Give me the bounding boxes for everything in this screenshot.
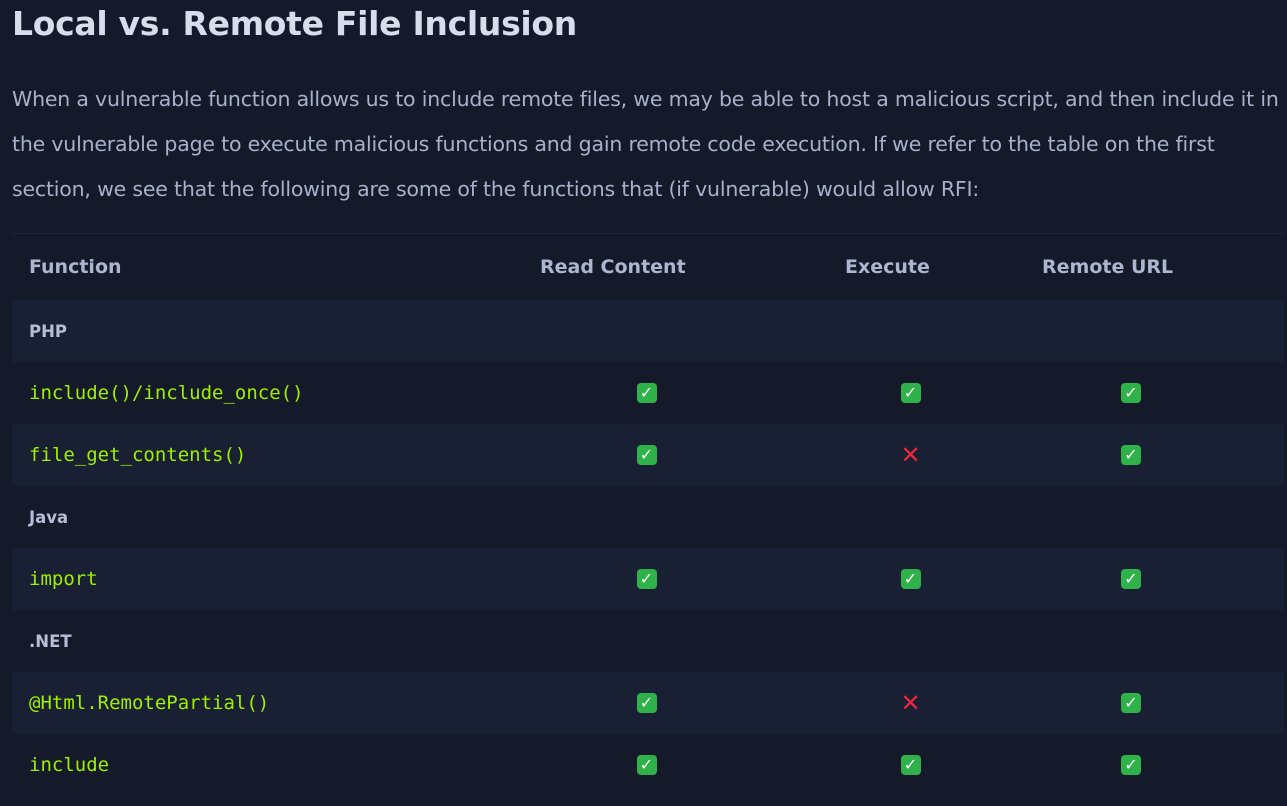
check-mark-icon: ✓ — [636, 755, 657, 776]
table-group-row: PHP — [12, 300, 1284, 362]
group-label: .NET — [29, 631, 72, 651]
remote-cell: ✓ — [982, 362, 1284, 424]
execute-cell: ✓ — [807, 362, 982, 424]
table-row: include()/include_once() ✓ ✓ ✓ — [12, 362, 1284, 424]
header-remote-url: Remote URL — [1042, 256, 1174, 278]
functions-table: Function Read Content Execute Remote URL… — [12, 234, 1284, 796]
check-mark-icon: ✓ — [636, 693, 657, 714]
check-mark-icon: ✓ — [1121, 755, 1141, 776]
cross-mark-icon: ✕ — [900, 689, 921, 718]
table-row: include ✓ ✓ ✓ — [12, 734, 1284, 796]
table-group-row: Java — [12, 486, 1284, 548]
group-label: Java — [29, 507, 69, 527]
read-cell: ✓ — [492, 424, 807, 486]
function-name: file_get_contents() — [12, 424, 492, 486]
function-name: import — [12, 548, 492, 610]
check-mark-icon: ✓ — [1121, 383, 1141, 404]
check-mark-icon: ✓ — [1121, 693, 1141, 714]
execute-cell: ✓ — [807, 548, 982, 610]
remote-cell: ✓ — [982, 672, 1284, 734]
header-execute: Execute — [845, 256, 930, 278]
page-title: Local vs. Remote File Inclusion — [12, 4, 577, 43]
table-header-row: Function Read Content Execute Remote URL — [12, 234, 1284, 300]
functions-table-container: Function Read Content Execute Remote URL… — [12, 233, 1284, 796]
remote-cell: ✓ — [982, 424, 1284, 486]
cross-mark-icon: ✕ — [900, 441, 921, 470]
check-mark-icon: ✓ — [900, 569, 921, 590]
read-cell: ✓ — [492, 362, 807, 424]
function-name: include — [29, 754, 110, 776]
table-body: PHP include()/include_once() ✓ ✓ ✓ file_get_c… — [12, 300, 1284, 796]
table-row: import ✓ ✓ ✓ — [12, 548, 1284, 610]
function-name: @Html.RemotePartial() — [12, 672, 492, 734]
table-row: file_get_contents() ✓ ✕ ✓ — [12, 424, 1284, 486]
check-mark-icon: ✓ — [636, 445, 657, 466]
check-mark-icon: ✓ — [900, 755, 921, 776]
header-read-content: Read Content — [540, 256, 686, 278]
read-cell: ✓ — [492, 548, 807, 610]
check-mark-icon: ✓ — [636, 383, 657, 404]
intro-paragraph: When a vulnerable function allows us to … — [12, 87, 1279, 201]
remote-cell: ✓ — [982, 548, 1284, 610]
function-name: include()/include_once() — [29, 382, 304, 404]
group-label: PHP — [12, 300, 1284, 362]
execute-cell: ✕ — [807, 672, 982, 734]
check-mark-icon: ✓ — [900, 383, 921, 404]
execute-cell: ✕ — [807, 424, 982, 486]
remote-cell: ✓ — [982, 734, 1284, 796]
execute-cell: ✓ — [807, 734, 982, 796]
check-mark-icon: ✓ — [636, 569, 657, 590]
table-row: @Html.RemotePartial() ✓ ✕ ✓ — [12, 672, 1284, 734]
check-mark-icon: ✓ — [1121, 569, 1141, 590]
table-group-row: .NET — [12, 610, 1284, 672]
read-cell: ✓ — [492, 672, 807, 734]
header-function: Function — [29, 256, 122, 278]
check-mark-icon: ✓ — [1121, 445, 1141, 466]
read-cell: ✓ — [492, 734, 807, 796]
